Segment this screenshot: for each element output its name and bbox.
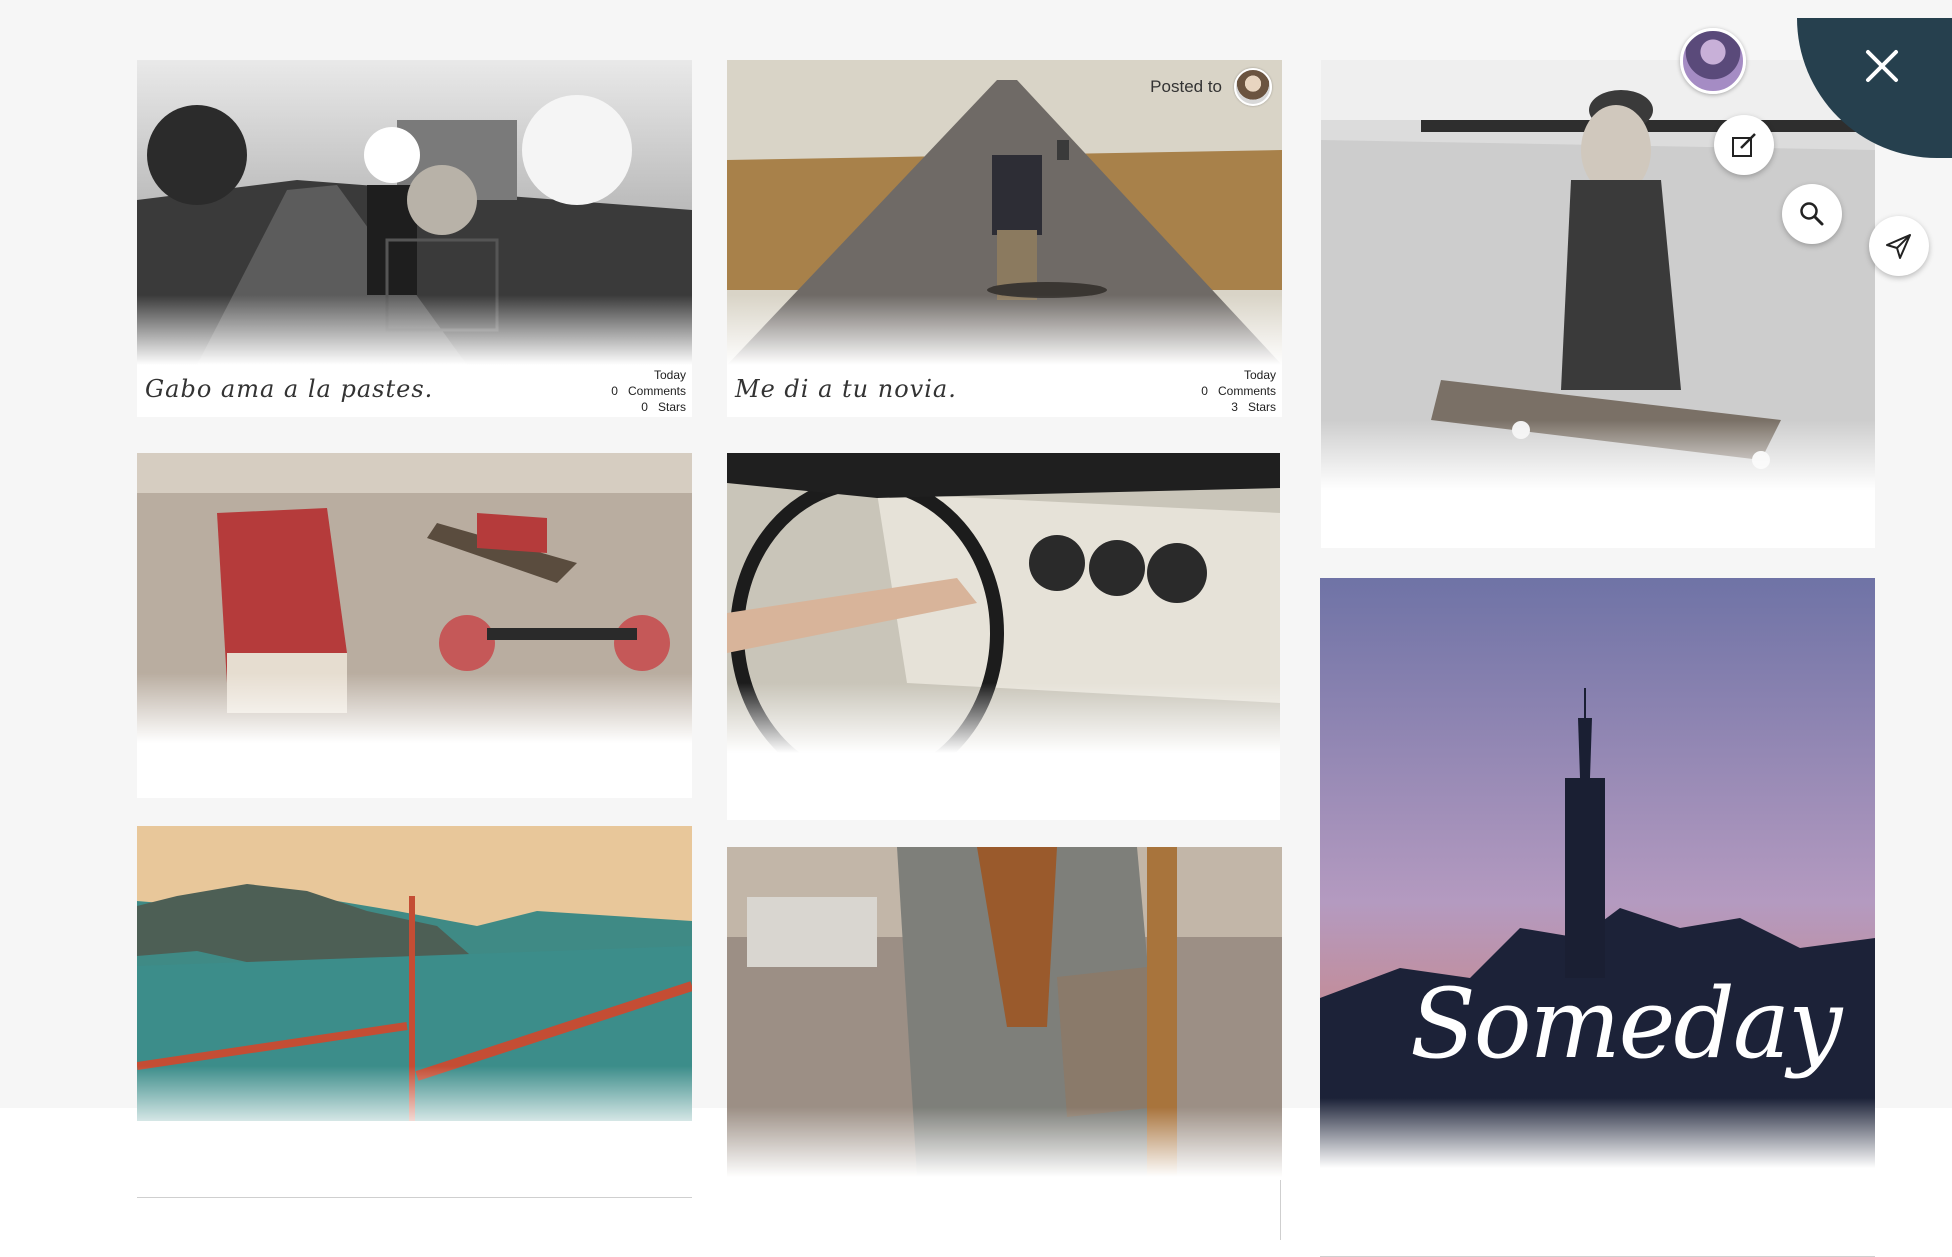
post-card-2[interactable]: Posted to Me di a tu novia. Today 0 Comme…	[727, 60, 1282, 417]
post-caption: Gabo ama a la pastes.	[145, 375, 434, 403]
post-card-3[interactable]	[137, 453, 692, 798]
post-image-bridge[interactable]	[137, 826, 692, 1121]
post-image-scarf-girl[interactable]	[727, 847, 1282, 1177]
post-card-8[interactable]: Someday	[1320, 578, 1875, 1168]
post-image-car-dashboard[interactable]	[727, 453, 1280, 753]
column-2-divider	[1280, 1180, 1281, 1240]
comments-label[interactable]: Comments	[628, 384, 686, 398]
post-image-panda[interactable]	[137, 60, 692, 365]
posted-to: Posted to	[1150, 68, 1272, 106]
post-date: Today	[653, 368, 686, 382]
send-button[interactable]	[1869, 216, 1929, 276]
post-image-someday-skyline[interactable]: Someday	[1320, 578, 1875, 1168]
current-user-avatar[interactable]	[1680, 28, 1746, 94]
edit-button[interactable]	[1714, 115, 1774, 175]
close-icon	[1866, 50, 1898, 82]
search-button[interactable]	[1782, 184, 1842, 244]
post-image-beach-girl[interactable]	[1321, 60, 1875, 490]
post-meta: Today 0 Comments 3 Stars	[1201, 367, 1276, 415]
posted-to-label: Posted to	[1150, 77, 1222, 96]
post-image-sneakers[interactable]	[137, 453, 692, 743]
post-date: Today	[1243, 368, 1276, 382]
column-1-divider	[137, 1197, 692, 1198]
stars-count: 0	[641, 400, 648, 414]
post-card-4[interactable]	[727, 453, 1280, 820]
comments-count: 0	[611, 384, 618, 398]
post-card-1[interactable]: Gabo ama a la pastes. Today 0 Comments 0S…	[137, 60, 692, 417]
post-card-7[interactable]	[1321, 60, 1875, 548]
post-card-5[interactable]	[137, 826, 692, 1121]
stars-count: 3	[1231, 400, 1238, 414]
comments-label[interactable]: Comments	[1218, 384, 1276, 398]
comments-count: 0	[1201, 384, 1208, 398]
posted-to-avatar[interactable]	[1234, 68, 1272, 106]
edit-icon	[1732, 133, 1756, 157]
someday-image-text: Someday	[1410, 968, 1842, 1080]
post-caption: Me di a tu novia.	[735, 375, 957, 403]
send-icon	[1886, 234, 1911, 259]
post-card-6[interactable]	[727, 847, 1282, 1237]
stars-label[interactable]: Stars	[658, 400, 686, 414]
post-meta: Today 0 Comments 0 Stars	[611, 367, 686, 415]
stars-label[interactable]: Stars	[1248, 400, 1276, 414]
search-icon	[1800, 202, 1824, 226]
